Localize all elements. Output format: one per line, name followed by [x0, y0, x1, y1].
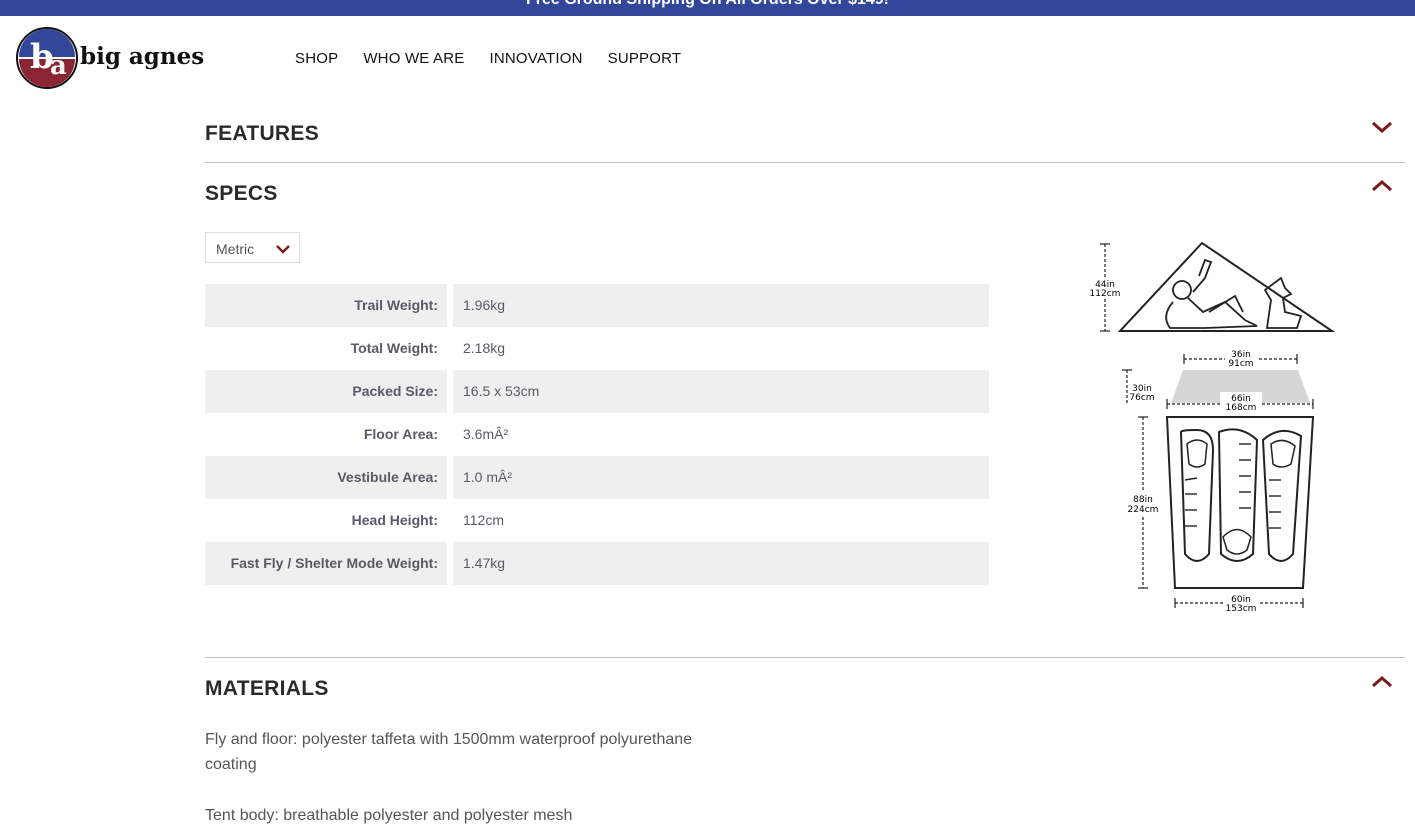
chevron-up-icon[interactable] [1370, 178, 1394, 194]
nav-who-we-are[interactable]: WHO WE ARE [363, 50, 464, 67]
materials-line-1: Fly and floor: polyester taffeta with 15… [205, 731, 693, 748]
table-row: Packed Size: 16.5 x 53cm [205, 370, 989, 413]
svg-text:a: a [50, 51, 67, 81]
materials-line-1-cont: coating [205, 756, 257, 773]
nav-shop[interactable]: SHOP [295, 50, 338, 67]
spec-value: 3.6mÂ² [463, 426, 509, 442]
unit-select-value: Metric [216, 241, 255, 257]
brand-logo[interactable]: b a big agnes [16, 26, 266, 90]
spec-label: Head Height: [351, 512, 438, 528]
spec-label: Packed Size: [205, 370, 447, 413]
height-cm-label: 112cm [1090, 289, 1121, 299]
section-divider [205, 162, 1405, 163]
materials-heading[interactable]: MATERIALS [205, 677, 329, 701]
tent-floor-plan: 36in 91cm 30in 76cm 66in 168cm 88in 224c… [1122, 348, 1315, 614]
table-row: Floor Area: 3.6mÂ² [205, 413, 989, 456]
unit-select[interactable]: Metric [205, 232, 300, 263]
length-in-label: 88in [1133, 495, 1153, 505]
specs-heading[interactable]: SPECS [205, 182, 278, 206]
spec-label: Floor Area: [363, 426, 438, 442]
table-row: Vestibule Area: 1.0 mÂ² [205, 456, 989, 499]
spec-value: 1.96kg [453, 284, 989, 327]
top-width-cm-label: 91cm [1228, 359, 1253, 369]
brand-wordmark: big agnes [80, 43, 204, 70]
table-row: Fast Fly / Shelter Mode Weight: 1.47kg [205, 542, 989, 585]
tent-side-profile: 44in 112cm [1090, 241, 1336, 332]
promo-banner: Free Ground Shipping On All Orders Over … [0, 0, 1415, 16]
bottom-width-cm-label: 153cm [1226, 604, 1257, 614]
spec-value: 1.0 mÂ² [453, 456, 989, 499]
spec-value: 2.18kg [463, 340, 506, 356]
spec-label: Trail Weight: [205, 284, 447, 327]
spec-value: 1.47kg [453, 542, 989, 585]
promo-text: Free Ground Shipping On All Orders Over … [0, 0, 1415, 9]
big-agnes-logo-icon: b a big agnes [16, 27, 204, 89]
width-cm-label: 168cm [1226, 403, 1257, 413]
spec-value: 16.5 x 53cm [453, 370, 989, 413]
nav-innovation[interactable]: INNOVATION [489, 50, 582, 67]
table-row: Head Height: 112cm [205, 499, 989, 542]
tent-dimension-diagram: 44in 112cm 36in 91cm 30in 76cm 66in 168c… [1090, 241, 1336, 614]
spec-label: Fast Fly / Shelter Mode Weight: [205, 542, 447, 585]
specs-table: Trail Weight: 1.96kg Total Weight: 2.18k… [205, 284, 989, 585]
chevron-down-icon[interactable] [1370, 119, 1394, 135]
spec-value: 112cm [463, 512, 504, 528]
section-divider [205, 657, 1405, 658]
table-row: Trail Weight: 1.96kg [205, 284, 989, 327]
chevron-up-icon[interactable] [1370, 674, 1394, 690]
vestibule-cm-label: 76cm [1129, 393, 1154, 403]
chevron-down-icon [276, 245, 290, 254]
materials-line-2: Tent body: breathable polyester and poly… [205, 807, 573, 824]
length-cm-label: 224cm [1128, 505, 1159, 515]
table-row: Total Weight: 2.18kg [205, 327, 989, 370]
main-nav: SHOP WHO WE ARE INNOVATION SUPPORT [295, 50, 706, 67]
spec-label: Vestibule Area: [205, 456, 447, 499]
nav-support[interactable]: SUPPORT [608, 50, 682, 67]
spec-label: Total Weight: [350, 340, 438, 356]
features-heading[interactable]: FEATURES [205, 122, 319, 146]
